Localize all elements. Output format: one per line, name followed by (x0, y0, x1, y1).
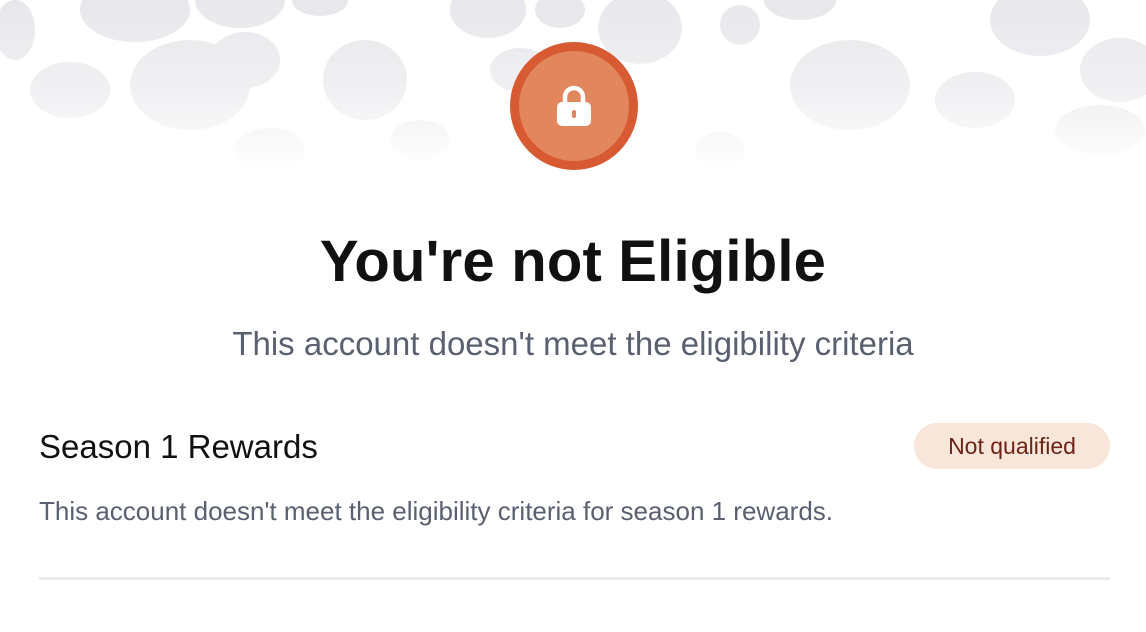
lock-badge (510, 42, 638, 170)
reward-title: Season 1 Rewards (39, 428, 318, 465)
eligibility-card: You're not Eligible This account doesn't… (0, 0, 1146, 632)
page-subtitle: This account doesn't meet the eligibilit… (232, 325, 914, 362)
divider (39, 577, 1110, 580)
lock-icon (557, 85, 591, 126)
status-badge: Not qualified (914, 423, 1110, 469)
lock-badge-inner (519, 51, 629, 161)
page-title: You're not Eligible (319, 229, 827, 294)
reward-description: This account doesn't meet the eligibilit… (39, 496, 834, 526)
